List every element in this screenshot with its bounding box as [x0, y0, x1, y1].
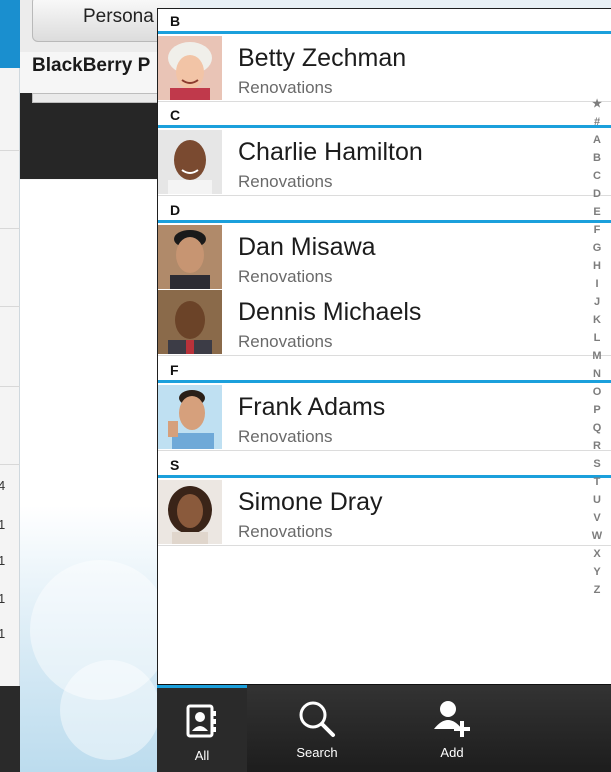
contact-row[interactable]: Dennis Michaels Renovations — [158, 290, 611, 356]
section-header-c: C — [158, 103, 611, 128]
index-letter[interactable]: E — [585, 203, 609, 221]
index-letter[interactable]: U — [585, 491, 609, 509]
section-letter: C — [170, 107, 181, 123]
contact-name: Betty Zechman — [238, 44, 407, 72]
section-header-s: S — [158, 453, 611, 478]
section-letter: D — [170, 202, 181, 218]
contact-avatar — [158, 130, 222, 194]
contact-avatar — [158, 480, 222, 544]
index-letter[interactable]: Z — [585, 581, 609, 599]
background-window-middle: Persona BlackBerry P — [20, 0, 180, 772]
background-dark-bar — [20, 93, 180, 179]
contact-company: Renovations — [238, 332, 333, 351]
contact-company: Renovations — [238, 78, 333, 97]
index-letter[interactable]: K — [585, 311, 609, 329]
contact-name: Charlie Hamilton — [238, 138, 423, 166]
contact-name: Frank Adams — [238, 393, 386, 421]
index-letter[interactable]: T — [585, 473, 609, 491]
index-letter[interactable]: # — [585, 113, 609, 131]
section-letter: S — [170, 457, 180, 473]
index-letter[interactable]: L — [585, 329, 609, 347]
background-footer — [0, 686, 20, 772]
contact-name: Dan Misawa — [238, 233, 376, 261]
background-number: 1 — [0, 517, 6, 532]
index-letter[interactable]: I — [585, 275, 609, 293]
add-contact-icon — [434, 701, 470, 737]
contact-avatar — [158, 385, 222, 449]
contact-avatar — [158, 225, 222, 289]
screen: 4 1 1 1 1 Persona BlackBerry P B Betty Z… — [0, 0, 611, 772]
background-header — [0, 0, 20, 68]
contact-row[interactable]: Frank Adams Renovations — [158, 385, 611, 451]
section-header-d: D — [158, 198, 611, 223]
section-header-b: B — [158, 9, 611, 34]
index-letter[interactable]: X — [585, 545, 609, 563]
background-number: 1 — [0, 626, 6, 641]
divider — [0, 306, 20, 307]
background-window-left: 4 1 1 1 1 — [0, 0, 20, 772]
contacts-book-icon — [186, 704, 216, 738]
section-letter: F — [170, 362, 179, 378]
index-letter[interactable]: R — [585, 437, 609, 455]
contact-row[interactable]: Dan Misawa Renovations — [158, 225, 611, 291]
contact-row[interactable]: Charlie Hamilton Renovations — [158, 130, 611, 196]
decor-circle — [60, 660, 160, 760]
index-letter[interactable]: N — [585, 365, 609, 383]
search-label: Search — [296, 745, 338, 760]
background-number: 1 — [0, 553, 6, 568]
search-icon — [299, 701, 335, 737]
index-letter[interactable]: S — [585, 455, 609, 473]
contact-name: Simone Dray — [238, 488, 383, 516]
index-letter[interactable]: B — [585, 149, 609, 167]
contact-avatar — [158, 290, 222, 354]
alphabet-index-bar[interactable]: ★ # A B C D E F G H I J K L M N O P Q R S T U V W X Y Z — [585, 95, 609, 596]
index-letter[interactable]: J — [585, 293, 609, 311]
index-letter[interactable]: D — [585, 185, 609, 203]
background-pattern — [20, 180, 180, 772]
index-letter[interactable]: O — [585, 383, 609, 401]
contact-company: Renovations — [238, 172, 333, 191]
divider — [0, 228, 20, 229]
section-letter: B — [170, 13, 181, 29]
index-letter[interactable]: W — [585, 527, 609, 545]
contacts-window: B Betty Zechman Renovations C Charlie Ha… — [157, 8, 611, 772]
index-letter[interactable]: P — [585, 401, 609, 419]
index-letter[interactable]: M — [585, 347, 609, 365]
search-button[interactable]: Search — [277, 685, 357, 772]
index-letter[interactable]: Q — [585, 419, 609, 437]
contact-avatar — [158, 36, 222, 100]
all-contacts-tab[interactable]: All — [157, 685, 247, 772]
index-letter[interactable]: Y — [585, 563, 609, 581]
index-letter[interactable]: ★ — [585, 95, 609, 113]
divider — [0, 386, 20, 387]
add-contact-button[interactable]: Add — [412, 685, 492, 772]
all-label: All — [194, 748, 210, 763]
add-label: Add — [440, 745, 464, 760]
index-letter[interactable]: A — [585, 131, 609, 149]
background-number: 1 — [0, 591, 6, 606]
section-header-f: F — [158, 358, 611, 383]
index-letter[interactable]: V — [585, 509, 609, 527]
index-letter[interactable]: G — [585, 239, 609, 257]
divider — [0, 464, 20, 465]
contact-company: Renovations — [238, 522, 333, 541]
divider — [0, 150, 20, 151]
contact-row[interactable]: Betty Zechman Renovations — [158, 36, 611, 102]
contact-row[interactable]: Simone Dray Renovations — [158, 480, 611, 546]
background-number: 4 — [0, 478, 6, 493]
action-bar: All Search Add — [157, 684, 611, 772]
contact-name: Dennis Michaels — [238, 298, 422, 326]
contact-company: Renovations — [238, 427, 333, 446]
index-letter[interactable]: H — [585, 257, 609, 275]
background-tabbar: Persona — [20, 0, 180, 52]
background-title: BlackBerry P — [32, 55, 151, 76]
index-letter[interactable]: F — [585, 221, 609, 239]
contact-company: Renovations — [238, 267, 333, 286]
index-letter[interactable]: C — [585, 167, 609, 185]
